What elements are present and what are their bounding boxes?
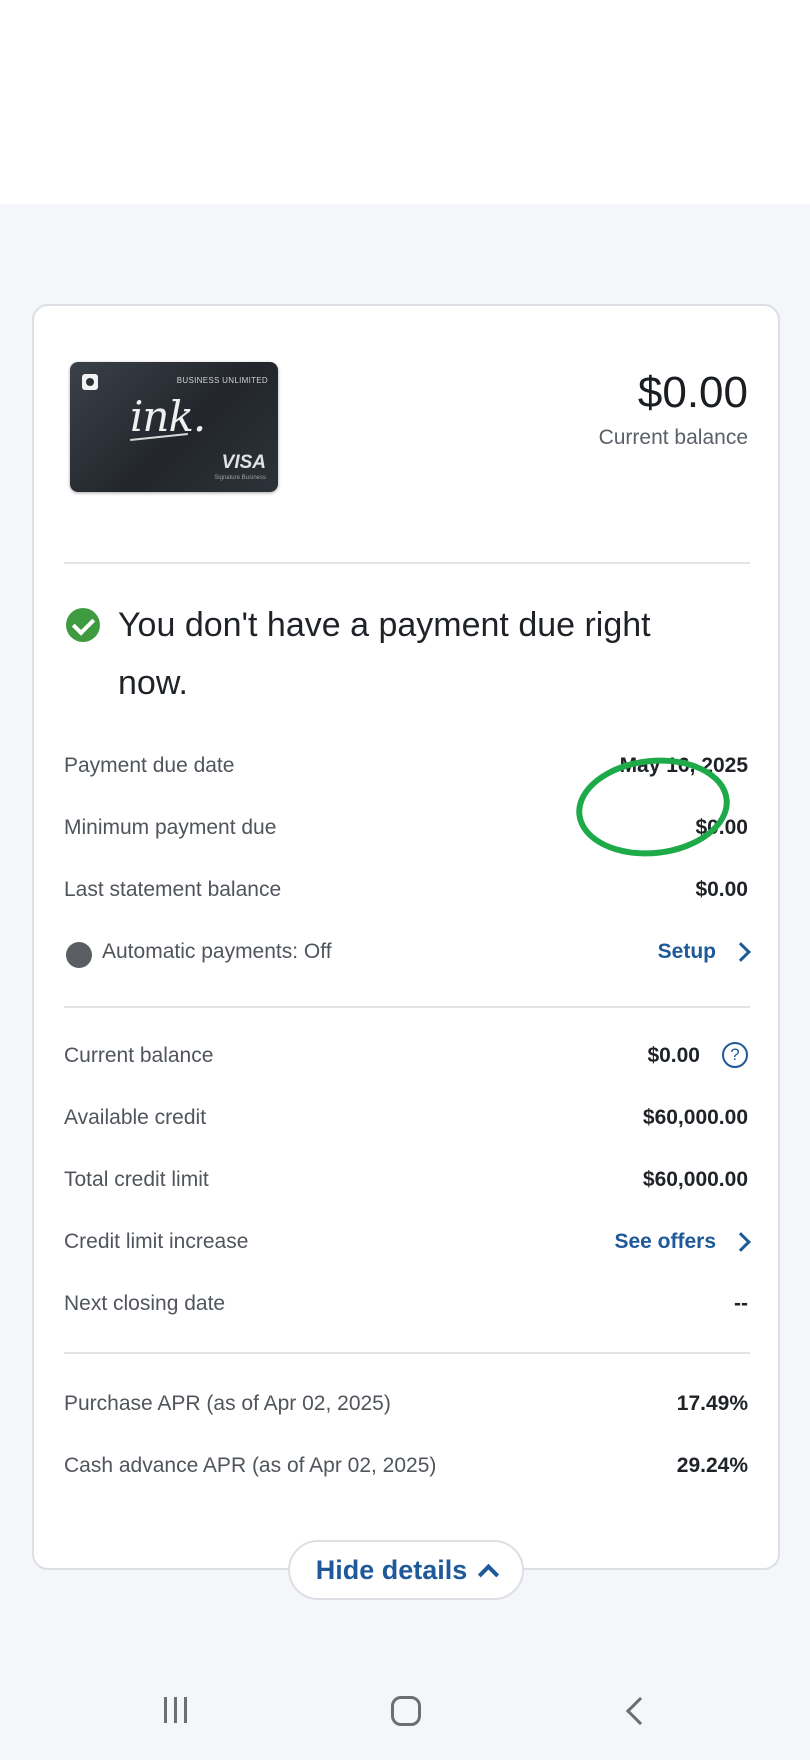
current-balance-label: Current balance bbox=[598, 426, 748, 449]
last-statement-balance-label: Last statement balance bbox=[64, 878, 282, 901]
autopay-setup-link[interactable]: Setup bbox=[657, 940, 751, 964]
cash-advance-apr-label: Cash advance APR (as of Apr 02, 2025) bbox=[64, 1454, 437, 1477]
credit-limit-increase-label: Credit limit increase bbox=[64, 1230, 249, 1253]
hide-details-button[interactable]: Hide details bbox=[288, 1540, 524, 1600]
account-details-card: BUSINESS UNLIMITED ink. VISA Signature B… bbox=[32, 304, 780, 1570]
cash-advance-apr-value: 29.24% bbox=[676, 1454, 748, 1477]
chevron-up-icon bbox=[478, 1563, 500, 1585]
credit-current-balance-value: $0.00 bbox=[647, 1044, 700, 1067]
next-closing-date-value: -- bbox=[734, 1292, 748, 1315]
chevron-right-icon bbox=[731, 1232, 751, 1252]
recent-apps-icon[interactable] bbox=[164, 1697, 187, 1723]
available-credit-label: Available credit bbox=[64, 1106, 207, 1129]
divider bbox=[64, 1006, 750, 1008]
see-offers-link[interactable]: See offers bbox=[614, 1230, 751, 1254]
chevron-right-icon bbox=[731, 942, 751, 962]
divider bbox=[64, 1352, 750, 1354]
payment-status-message: You don't have a payment due right now. bbox=[118, 606, 651, 702]
total-credit-limit-value: $60,000.00 bbox=[642, 1168, 748, 1191]
card-tier-text: BUSINESS UNLIMITED bbox=[176, 376, 268, 385]
hide-details-label: Hide details bbox=[315, 1554, 468, 1585]
purchase-apr-label: Purchase APR (as of Apr 02, 2025) bbox=[64, 1392, 391, 1415]
home-icon[interactable] bbox=[391, 1696, 421, 1726]
card-brand-script: ink. bbox=[130, 392, 206, 441]
help-icon[interactable]: ? bbox=[722, 1042, 748, 1068]
see-offers-link-label: See offers bbox=[614, 1230, 716, 1253]
current-balance-amount: $0.00 bbox=[637, 368, 748, 417]
back-icon[interactable] bbox=[625, 1696, 655, 1726]
setup-link-label: Setup bbox=[657, 940, 716, 963]
available-credit-value: $60,000.00 bbox=[642, 1106, 748, 1129]
card-network-logo: VISA bbox=[221, 452, 266, 473]
next-closing-date-label: Next closing date bbox=[64, 1292, 226, 1315]
autopay-status-dot-icon bbox=[66, 942, 92, 968]
autopay-label: Automatic payments: Off bbox=[102, 940, 332, 963]
payment-due-date-label: Payment due date bbox=[64, 754, 235, 777]
minimum-payment-label: Minimum payment due bbox=[64, 816, 277, 839]
divider bbox=[64, 562, 750, 564]
credit-card-image[interactable]: BUSINESS UNLIMITED ink. VISA Signature B… bbox=[70, 362, 278, 492]
bank-logo-icon bbox=[82, 374, 98, 390]
purchase-apr-value: 17.49% bbox=[676, 1392, 748, 1415]
total-credit-limit-label: Total credit limit bbox=[64, 1168, 209, 1191]
top-blank-area bbox=[0, 0, 810, 204]
check-circle-icon bbox=[66, 608, 100, 642]
system-navigation-bar bbox=[0, 1660, 810, 1760]
credit-current-balance-label: Current balance bbox=[64, 1044, 214, 1067]
card-network-sub: Signature Business bbox=[214, 475, 266, 481]
last-statement-balance-value: $0.00 bbox=[695, 878, 748, 901]
